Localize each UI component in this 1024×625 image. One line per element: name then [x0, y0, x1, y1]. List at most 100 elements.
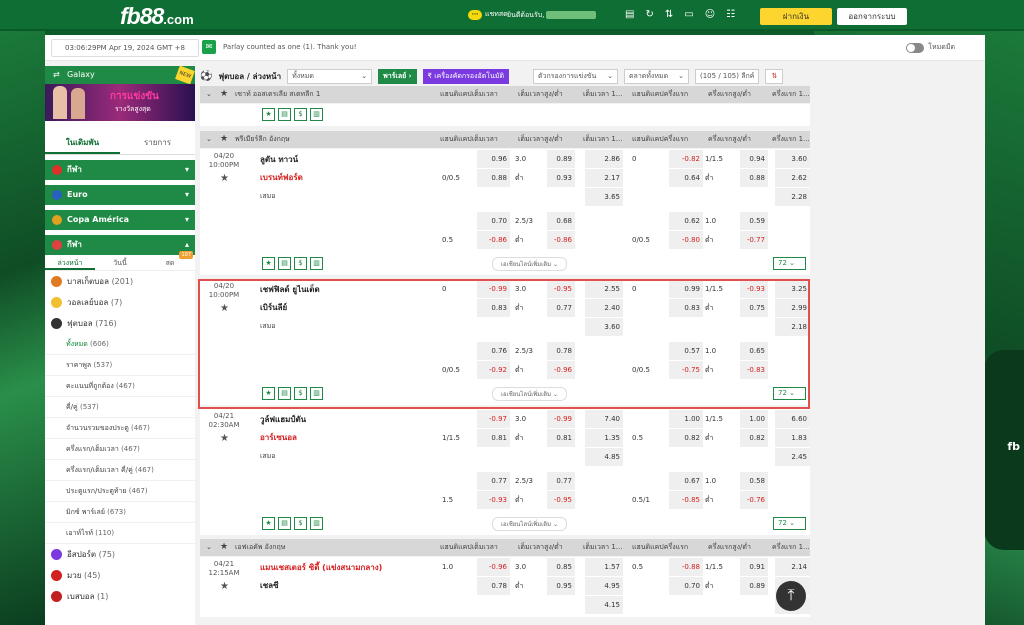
odds-cell[interactable]: -0.80: [669, 231, 703, 249]
group-euro[interactable]: Euro ▾: [45, 185, 195, 205]
favorite-icon[interactable]: ★: [220, 173, 229, 184]
tab-bets[interactable]: ในเดิมพัน: [45, 131, 120, 154]
user-icon[interactable]: ☺: [705, 9, 715, 21]
stats-icon[interactable]: ▤: [278, 517, 291, 530]
odds-cell[interactable]: -0.82: [669, 150, 703, 168]
odds-cell[interactable]: 2.14: [775, 558, 810, 576]
odds-cell[interactable]: -0.95: [547, 491, 575, 509]
odds-cell[interactable]: 0.70: [477, 212, 510, 230]
odds-cell[interactable]: 0.62: [669, 212, 703, 230]
odds-cell[interactable]: -0.97: [477, 410, 510, 428]
soccer-subitem[interactable]: ทั้งหมด (606): [45, 334, 195, 355]
odds-cell[interactable]: 0.89: [547, 150, 575, 168]
odds-cell[interactable]: 0.91: [740, 558, 768, 576]
cashout-icon[interactable]: $: [294, 517, 307, 530]
group-copa[interactable]: Copa América ▾: [45, 210, 195, 230]
soccer-subitem[interactable]: คี่/คู่ (537): [45, 397, 195, 418]
league-select[interactable]: ทั้งหมด ⌄: [287, 68, 373, 84]
odds-cell[interactable]: 0.59: [740, 212, 768, 230]
settings-icon[interactable]: ☷: [726, 9, 735, 21]
odds-cell[interactable]: -0.86: [477, 231, 510, 249]
odds-cell[interactable]: 2.45: [775, 448, 810, 466]
soccer-subitem[interactable]: ครึ่งแรก/เต็มเวลา (467): [45, 439, 195, 460]
chart-icon[interactable]: ▥: [310, 257, 323, 270]
odds-cell[interactable]: 0.64: [669, 169, 703, 187]
odds-cell[interactable]: -0.85: [669, 491, 703, 509]
brand-logo[interactable]: fb88.com: [120, 3, 194, 30]
odds-cell[interactable]: 0.81: [477, 429, 510, 447]
odds-cell[interactable]: 3.60: [775, 150, 810, 168]
promo-icon[interactable]: ▭: [684, 9, 693, 21]
line-count-select[interactable]: 72 ⌄: [773, 517, 806, 530]
soccer-subitem[interactable]: ราคาพูล (537): [45, 355, 195, 376]
galaxy-bar[interactable]: GalaxyNEW: [45, 65, 195, 85]
sport-basketball[interactable]: บาสเก็ตบอล (201): [45, 271, 195, 292]
odds-cell[interactable]: 1.57: [585, 558, 623, 576]
more-bets-button[interactable]: เอเชียนไลน์เพิ่มเติม ⌄: [492, 257, 567, 271]
transfer-icon[interactable]: ⇅: [665, 9, 673, 21]
deposit-button[interactable]: ฝากเงิน: [760, 8, 832, 25]
parlay-button[interactable]: พาร์เลย์ ›: [378, 68, 417, 84]
odds-cell[interactable]: 0.58: [740, 472, 768, 490]
logout-button[interactable]: ออกจากระบบ: [837, 8, 907, 25]
odds-cell[interactable]: 0.89: [740, 577, 768, 595]
odds-cell[interactable]: 0.85: [547, 558, 575, 576]
toggle-switch[interactable]: [906, 42, 925, 53]
odds-cell[interactable]: -0.99: [547, 410, 575, 428]
odds-cell[interactable]: 0.95: [547, 577, 575, 595]
sort-icon[interactable]: ⇅: [765, 68, 784, 84]
odds-cell[interactable]: -0.77: [740, 231, 768, 249]
line-count-select[interactable]: 72 ⌄: [773, 257, 806, 270]
match-filter-select[interactable]: ตัวกรองการแข่งขัน ⌄: [533, 68, 618, 84]
sport-volleyball[interactable]: วอลเลย์บอล (7): [45, 292, 195, 313]
live-chat[interactable]: ··· แชทสด: [468, 9, 508, 20]
soccer-subitem[interactable]: เอาท์ไรท์ (110): [45, 523, 195, 544]
odds-cell[interactable]: 0.67: [669, 472, 703, 490]
soccer-subitem[interactable]: จำนวนรวมของประตู (467): [45, 418, 195, 439]
chart-icon[interactable]: ▥: [310, 517, 323, 530]
odds-cell[interactable]: 0.96: [477, 150, 510, 168]
favorite-icon[interactable]: ★: [220, 433, 229, 444]
wallet-icon[interactable]: ▤: [625, 9, 634, 21]
favorite-icon[interactable]: ★: [220, 581, 229, 592]
odds-cell[interactable]: -0.88: [669, 558, 703, 576]
soccer-subitem[interactable]: มิกซ์ พาร์เลย์ (673): [45, 502, 195, 523]
tab-early[interactable]: ล่วงหน้า: [45, 255, 95, 270]
sport-baseball[interactable]: เบสบอล (1): [45, 586, 195, 607]
odds-cell[interactable]: 1.35: [585, 429, 623, 447]
odds-cell[interactable]: 2.86: [585, 150, 623, 168]
chart-icon[interactable]: ▥: [310, 108, 323, 121]
odds-cell[interactable]: 4.85: [585, 448, 623, 466]
odds-cell[interactable]: 3.65: [585, 188, 623, 206]
star-icon[interactable]: ★: [262, 257, 275, 270]
odds-cell[interactable]: 0.82: [669, 429, 703, 447]
refresh-icon[interactable]: ↻: [645, 9, 653, 21]
group-sports-2[interactable]: กีฬา ▴: [45, 235, 195, 255]
league-header[interactable]: ⌄ ★ พรีเมียร์ลีก อังกฤษ แฮนดิแคปเต็มเวลา เต็…: [200, 131, 810, 148]
league-header[interactable]: ⌄ ★ เอฟเอคัพ อังกฤษ แฮนดิแคปเต็มเวลา เต็มเวล…: [200, 539, 810, 556]
stats-icon[interactable]: ▤: [278, 257, 291, 270]
odds-cell[interactable]: 0.68: [547, 212, 575, 230]
league-header[interactable]: ⌄ ★ เซาท์ ออสเตรเลีย สเตทลีก 1 แฮนดิแคปเต็ม…: [200, 86, 810, 103]
odds-cell[interactable]: 0.93: [547, 169, 575, 187]
odds-cell[interactable]: 2.28: [775, 188, 810, 206]
odds-cell[interactable]: 0.78: [477, 577, 510, 595]
odds-cell[interactable]: -0.93: [477, 491, 510, 509]
sport-esports[interactable]: อีสปอร์ต (75): [45, 544, 195, 565]
dark-mode-toggle[interactable]: โหมดมืด: [906, 42, 955, 53]
odds-cell[interactable]: -0.76: [740, 491, 768, 509]
tab-today[interactable]: วันนี้: [95, 255, 145, 270]
odds-cell[interactable]: 1.83: [775, 429, 810, 447]
soccer-subitem[interactable]: คะแนนที่ถูกต้อง (467): [45, 376, 195, 397]
market-select[interactable]: ตลาดทั้งหมด ⌄: [624, 68, 689, 84]
tab-live[interactable]: สด 107: [145, 251, 195, 270]
group-sports[interactable]: กีฬา ▾: [45, 160, 195, 180]
odds-cell[interactable]: 0.77: [547, 472, 575, 490]
odds-cell[interactable]: 0.77: [477, 472, 510, 490]
odds-cell[interactable]: 0.88: [740, 169, 768, 187]
sport-boxing[interactable]: มวย (45): [45, 565, 195, 586]
stats-icon[interactable]: ▤: [278, 108, 291, 121]
odds-cell[interactable]: 4.95: [585, 577, 623, 595]
cashout-icon[interactable]: $: [294, 257, 307, 270]
soccer-subitem[interactable]: ประตูแรก/ประตูท้าย (467): [45, 481, 195, 502]
